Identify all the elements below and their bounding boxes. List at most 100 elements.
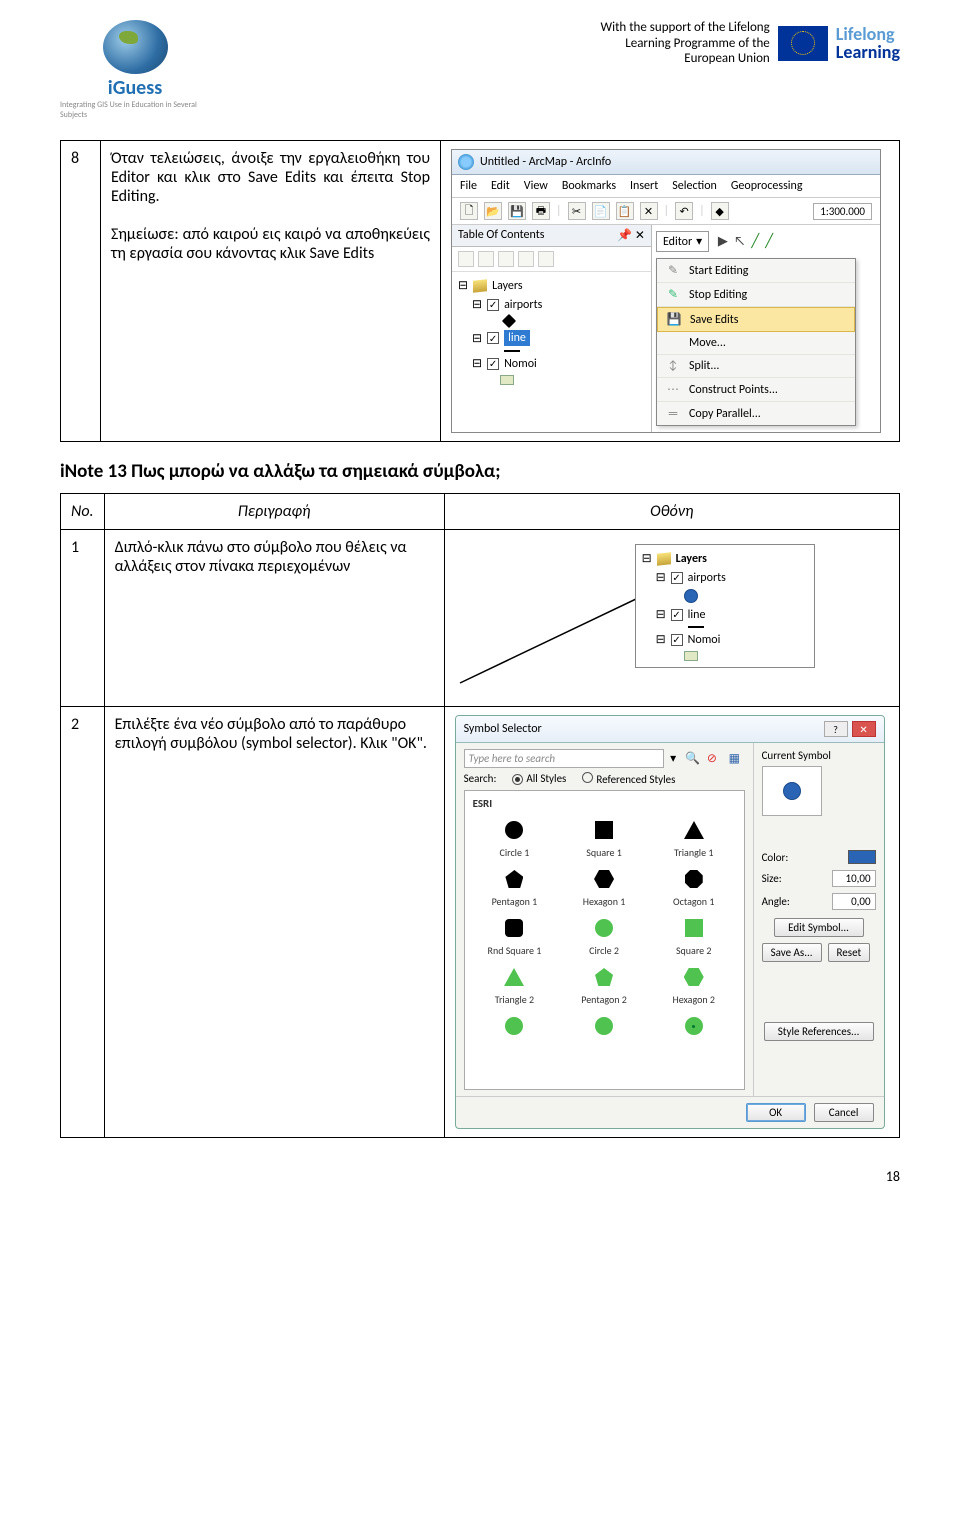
ctx-save-edits[interactable]: 💾Save Edits (657, 307, 855, 332)
scale-input[interactable]: 1:300.000 (813, 203, 872, 220)
symbol-cell[interactable]: Circle 2 (562, 914, 646, 957)
menu-item[interactable]: Insert (630, 179, 658, 193)
menu-item[interactable]: Geoprocessing (731, 179, 803, 193)
open-file-icon[interactable]: 📂 (484, 202, 502, 220)
editor-tool-icon[interactable]: ╱ (751, 234, 759, 249)
menu-item[interactable]: View (524, 179, 548, 193)
symbol-cell[interactable]: Triangle 2 (473, 963, 557, 1006)
editor-tool-icon[interactable]: ▶ (718, 234, 728, 249)
symbol-label: Triangle 1 (652, 846, 736, 859)
style-list-icon[interactable]: ▦ (729, 751, 745, 767)
symbol-cell[interactable]: Octagon 1 (652, 865, 736, 908)
tree-airports[interactable]: ⊟ ✓ airports (458, 295, 645, 314)
toc-small-tree: ⊟ Layers ⊟ ✓ airports ⊟ ✓ line ⊟ ✓ Nomoi (636, 545, 814, 667)
iguess-logo: iGuess Integrating GIS Use in Education … (60, 20, 210, 120)
save-icon[interactable]: 💾 (508, 202, 526, 220)
search-input[interactable]: Type here to search (464, 749, 665, 768)
symbol-cell[interactable]: Pentagon 2 (562, 963, 646, 1006)
ctx-construct-points[interactable]: ⋯Construct Points... (657, 378, 855, 402)
checkbox-icon[interactable]: ✓ (487, 299, 499, 311)
ctx-copy-parallel[interactable]: ═Copy Parallel... (657, 402, 855, 425)
reset-button[interactable]: Reset (828, 943, 871, 962)
symbol-cell[interactable] (473, 1012, 557, 1042)
toc-view-icon[interactable] (498, 251, 514, 267)
symbol-cell[interactable]: Hexagon 1 (562, 865, 646, 908)
symbol-cell[interactable] (652, 1012, 736, 1042)
symbol-cell[interactable]: Square 2 (652, 914, 736, 957)
ctx-move[interactable]: Move... (657, 332, 855, 355)
close-button[interactable]: ✕ (852, 721, 876, 737)
cut-icon[interactable]: ✂ (568, 202, 586, 220)
toc-view-icon[interactable] (458, 251, 474, 267)
step8-p1: Όταν τελειώσεις, άνοιξε την εργαλειοθήκη… (111, 149, 430, 206)
search-go-icon[interactable]: 🔍 (685, 751, 701, 767)
ok-button[interactable]: OK (746, 1103, 806, 1122)
symbol-cell[interactable]: Hexagon 2 (652, 963, 736, 1006)
print-icon[interactable]: 🖶 (532, 202, 550, 220)
symbol-label: Square 2 (652, 944, 736, 957)
radio-off-icon (582, 772, 593, 783)
tree-layers[interactable]: ⊟ Layers (642, 549, 808, 568)
support-line: Learning Programme of the (601, 36, 770, 52)
color-swatch[interactable] (848, 850, 876, 864)
help-button[interactable]: ? (824, 721, 848, 737)
search-clear-icon[interactable]: ⊘ (707, 751, 723, 767)
menu-item[interactable]: File (460, 179, 477, 193)
nomoi-symbol[interactable] (642, 649, 808, 663)
toc-window-controls[interactable]: 📌 ✕ (617, 228, 645, 243)
airports-symbol[interactable] (458, 314, 645, 328)
edit-symbol-button[interactable]: Edit Symbol... (774, 918, 864, 937)
copy-icon[interactable]: 📄 (592, 202, 610, 220)
symbol-cell[interactable]: Square 1 (562, 816, 646, 859)
add-layer-icon[interactable]: ◆ (711, 202, 729, 220)
checkbox-icon[interactable]: ✓ (487, 358, 499, 370)
paste-icon[interactable]: 📋 (616, 202, 634, 220)
size-input[interactable]: 10,00 (832, 870, 876, 887)
symbol-cell[interactable]: Rnd Square 1 (473, 914, 557, 957)
menu-item[interactable]: Edit (491, 179, 510, 193)
ctx-stop-editing[interactable]: ✎Stop Editing (657, 283, 855, 307)
ctx-split[interactable]: ↕Split... (657, 355, 855, 378)
menu-item[interactable]: Bookmarks (562, 179, 616, 193)
symbol-cell[interactable]: Triangle 1 (652, 816, 736, 859)
cancel-button[interactable]: Cancel (814, 1103, 874, 1122)
symbol-cell[interactable]: Pentagon 1 (473, 865, 557, 908)
new-file-icon[interactable]: 🗋 (460, 202, 478, 220)
step8-p2: Σημείωσε: από καιρού εις καιρό να αποθηκ… (111, 225, 430, 263)
tree-nomoi[interactable]: ⊟ ✓ Nomoi (458, 354, 645, 373)
checkbox-icon[interactable]: ✓ (671, 572, 683, 584)
checkbox-icon[interactable]: ✓ (671, 634, 683, 646)
toc-view-icon[interactable] (538, 251, 554, 267)
tree-line[interactable]: ⊟ ✓ line (458, 328, 645, 348)
style-references-button[interactable]: Style References... (764, 1022, 874, 1041)
toc-view-icon[interactable] (518, 251, 534, 267)
support-line: European Union (601, 51, 770, 67)
tree-layers[interactable]: ⊟ Layers (458, 276, 645, 295)
angle-input[interactable]: 0,00 (832, 893, 876, 910)
symbol-gallery[interactable]: ESRI Circle 1Square 1Triangle 1Pentagon … (464, 790, 745, 1090)
inote13-table: No. Περιγραφή Οθόνη 1 Διπλό-κλικ πάνω στ… (60, 493, 900, 1138)
save-as-button[interactable]: Save As... (762, 943, 822, 962)
radio-referenced-styles[interactable]: Referenced Styles (582, 772, 675, 786)
toolbar-separator: | (699, 204, 705, 218)
symsel-right-panel: Current Symbol Color: Size: 10,00 Angl (754, 743, 884, 1096)
symbol-cell[interactable] (562, 1012, 646, 1042)
editor-dropdown[interactable]: Editor ▾ (656, 231, 709, 252)
menu-item[interactable]: Selection (672, 179, 717, 193)
nomoi-symbol[interactable] (458, 373, 645, 387)
toolbar-separator: | (664, 204, 670, 218)
airports-symbol[interactable] (642, 587, 808, 605)
radio-all-styles[interactable]: All Styles (512, 772, 566, 786)
checkbox-icon[interactable]: ✓ (487, 332, 499, 344)
tree-line[interactable]: ⊟ ✓ line (642, 605, 808, 624)
tree-nomoi[interactable]: ⊟ ✓ Nomoi (642, 630, 808, 649)
editor-tool-icon[interactable]: ↖ (734, 234, 745, 249)
toc-view-icon[interactable] (478, 251, 494, 267)
dropdown-arrow-icon[interactable]: ▾ (670, 751, 676, 766)
delete-icon[interactable]: ✕ (640, 202, 658, 220)
tree-airports[interactable]: ⊟ ✓ airports (642, 568, 808, 587)
symbol-cell[interactable]: Circle 1 (473, 816, 557, 859)
editor-tool-icon[interactable]: ╱ (765, 234, 773, 249)
checkbox-icon[interactable]: ✓ (671, 609, 683, 621)
undo-icon[interactable]: ↶ (675, 202, 693, 220)
